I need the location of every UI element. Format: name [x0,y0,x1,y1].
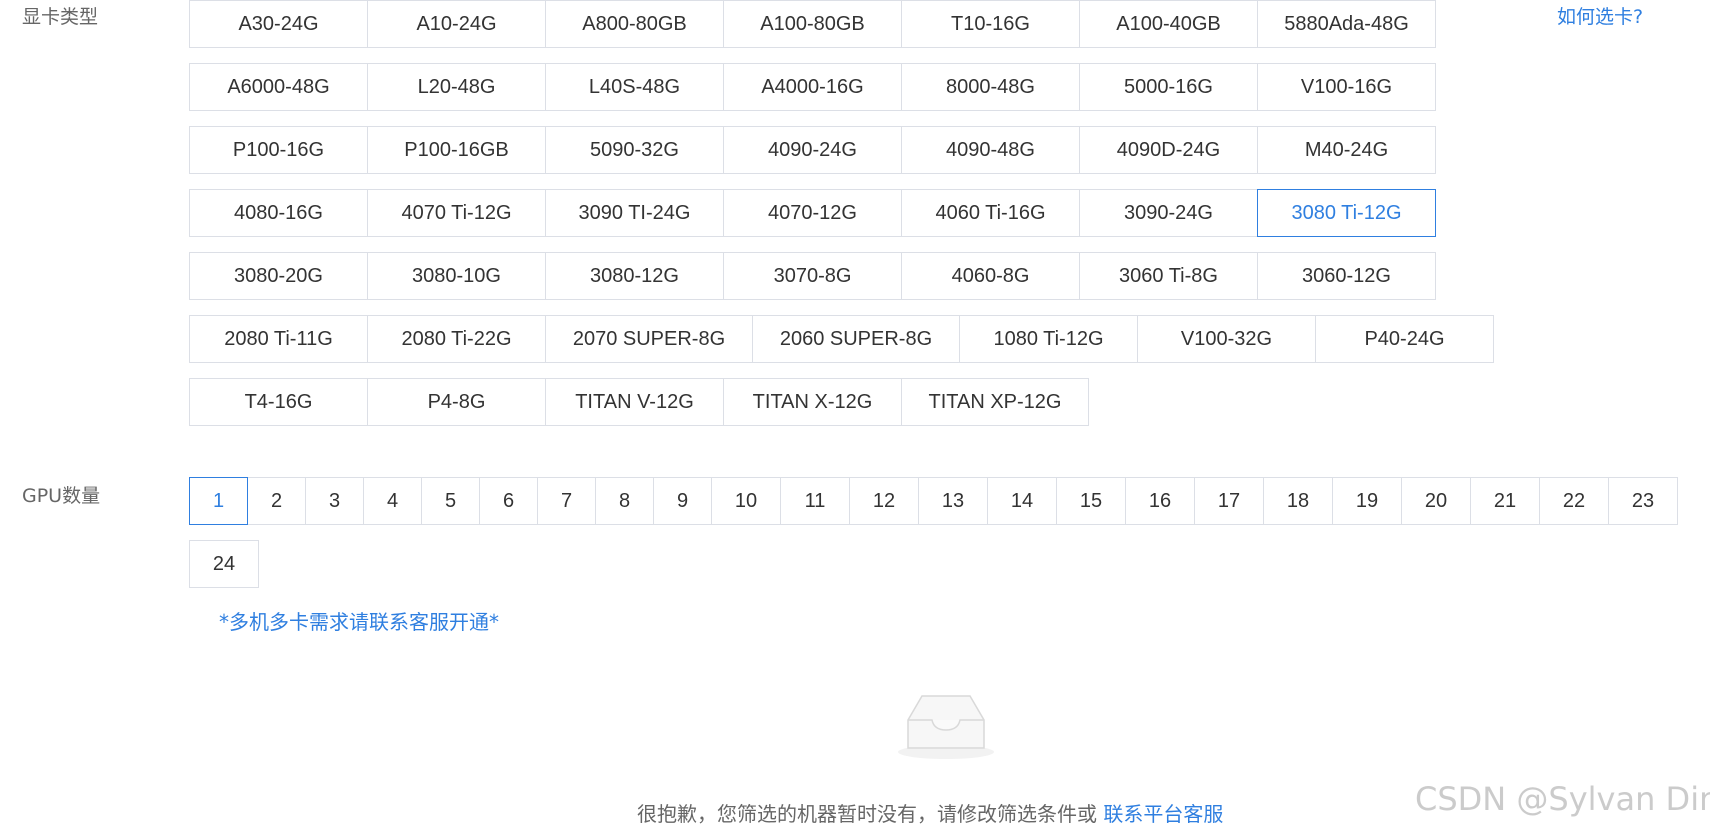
gpu-count-option[interactable]: 8 [595,477,654,525]
gpu-count-option[interactable]: 4 [363,477,422,525]
gpu-count-option[interactable]: 15 [1056,477,1126,525]
gpu-option[interactable]: A4000-16G [723,63,902,111]
gpu-option[interactable]: L40S-48G [545,63,724,111]
empty-state-message: 很抱歉，您筛选的机器暂时没有，请修改筛选条件或 联系平台客服 [637,798,1223,827]
gpu-count-row-1: 1 2 3 4 5 6 7 8 9 10 11 12 13 14 15 16 1… [189,477,1678,525]
gpu-option[interactable]: 3090-24G [1079,189,1258,237]
gpu-option[interactable]: P100-16GB [367,126,546,174]
gpu-option[interactable]: A100-80GB [723,0,902,48]
gpu-count-option-selected[interactable]: 1 [189,477,248,525]
gpu-count-option[interactable]: 17 [1194,477,1264,525]
how-to-choose-link[interactable]: 如何选卡? [1557,2,1643,29]
contact-support-link[interactable]: 联系平台客服 [1103,802,1223,826]
gpu-option[interactable]: A800-80GB [545,0,724,48]
gpu-option[interactable]: A30-24G [189,0,368,48]
gpu-option[interactable]: T10-16G [901,0,1080,48]
gpu-option[interactable]: 3090 TI-24G [545,189,724,237]
gpu-count-option[interactable]: 24 [189,540,259,588]
gpu-option[interactable]: 4080-16G [189,189,368,237]
gpu-count-option[interactable]: 20 [1401,477,1471,525]
gpu-option[interactable]: 5090-32G [545,126,724,174]
empty-state-text: 很抱歉，您筛选的机器暂时没有，请修改筛选条件或 [637,802,1097,826]
gpu-option[interactable]: P100-16G [189,126,368,174]
gpu-count-option[interactable]: 3 [305,477,364,525]
gpu-type-row-2: A6000-48G L20-48G L40S-48G A4000-16G 800… [189,63,1436,111]
gpu-option[interactable]: TITAN XP-12G [901,378,1089,426]
gpu-count-option[interactable]: 14 [987,477,1057,525]
gpu-option[interactable]: V100-32G [1137,315,1316,363]
gpu-option[interactable]: 4060 Ti-16G [901,189,1080,237]
gpu-type-row-7: T4-16G P4-8G TITAN V-12G TITAN X-12G TIT… [189,378,1089,426]
gpu-option[interactable]: 5880Ada-48G [1257,0,1436,48]
gpu-option[interactable]: 1080 Ti-12G [959,315,1138,363]
gpu-count-option[interactable]: 7 [537,477,596,525]
gpu-option[interactable]: A100-40GB [1079,0,1258,48]
gpu-option[interactable]: 4090-48G [901,126,1080,174]
gpu-option[interactable]: 4090-24G [723,126,902,174]
gpu-type-row-4: 4080-16G 4070 Ti-12G 3090 TI-24G 4070-12… [189,189,1436,237]
watermark: CSDN @Sylvan Ding [1415,780,1710,818]
gpu-option[interactable]: M40-24G [1257,126,1436,174]
gpu-option[interactable]: 3060-12G [1257,252,1436,300]
gpu-option[interactable]: T4-16G [189,378,368,426]
gpu-count-row-2: 24 [189,540,259,588]
gpu-option[interactable]: 2060 SUPER-8G [752,315,960,363]
gpu-count-option[interactable]: 2 [247,477,306,525]
gpu-option[interactable]: TITAN X-12G [723,378,902,426]
gpu-option[interactable]: 2070 SUPER-8G [545,315,753,363]
gpu-count-label: GPU数量 [22,485,101,507]
gpu-count-option[interactable]: 19 [1332,477,1402,525]
gpu-type-row-1: A30-24G A10-24G A800-80GB A100-80GB T10-… [189,0,1436,48]
gpu-option[interactable]: 3080-20G [189,252,368,300]
gpu-count-option[interactable]: 23 [1608,477,1678,525]
gpu-count-option[interactable]: 21 [1470,477,1540,525]
gpu-option[interactable]: 8000-48G [901,63,1080,111]
gpu-option[interactable]: A10-24G [367,0,546,48]
gpu-type-row-3: P100-16G P100-16GB 5090-32G 4090-24G 409… [189,126,1436,174]
gpu-count-option[interactable]: 13 [918,477,988,525]
gpu-option[interactable]: TITAN V-12G [545,378,724,426]
gpu-type-row-6: 2080 Ti-11G 2080 Ti-22G 2070 SUPER-8G 20… [189,315,1494,363]
gpu-option[interactable]: V100-16G [1257,63,1436,111]
gpu-option[interactable]: L20-48G [367,63,546,111]
gpu-count-option[interactable]: 16 [1125,477,1195,525]
gpu-option[interactable]: 4090D-24G [1079,126,1258,174]
empty-inbox-icon [898,695,994,759]
gpu-option[interactable]: 2080 Ti-22G [367,315,546,363]
gpu-count-option[interactable]: 9 [653,477,712,525]
gpu-count-option[interactable]: 12 [849,477,919,525]
multi-machine-note: *多机多卡需求请联系客服开通* [219,610,499,634]
gpu-count-option[interactable]: 18 [1263,477,1333,525]
gpu-type-label: 显卡类型 [22,6,99,28]
gpu-count-option[interactable]: 11 [780,477,850,525]
gpu-option[interactable]: 4070-12G [723,189,902,237]
gpu-option[interactable]: 4060-8G [901,252,1080,300]
gpu-option[interactable]: A6000-48G [189,63,368,111]
gpu-option[interactable]: 3080-10G [367,252,546,300]
gpu-count-option[interactable]: 6 [479,477,538,525]
gpu-count-option[interactable]: 10 [711,477,781,525]
gpu-option[interactable]: 3080-12G [545,252,724,300]
gpu-option[interactable]: 2080 Ti-11G [189,315,368,363]
gpu-count-option[interactable]: 5 [421,477,480,525]
gpu-option[interactable]: 5000-16G [1079,63,1258,111]
gpu-option-selected[interactable]: 3080 Ti-12G [1257,189,1436,237]
gpu-option[interactable]: P4-8G [367,378,546,426]
gpu-option[interactable]: 3060 Ti-8G [1079,252,1258,300]
gpu-count-option[interactable]: 22 [1539,477,1609,525]
gpu-type-row-5: 3080-20G 3080-10G 3080-12G 3070-8G 4060-… [189,252,1436,300]
gpu-option[interactable]: P40-24G [1315,315,1494,363]
gpu-option[interactable]: 4070 Ti-12G [367,189,546,237]
gpu-option[interactable]: 3070-8G [723,252,902,300]
